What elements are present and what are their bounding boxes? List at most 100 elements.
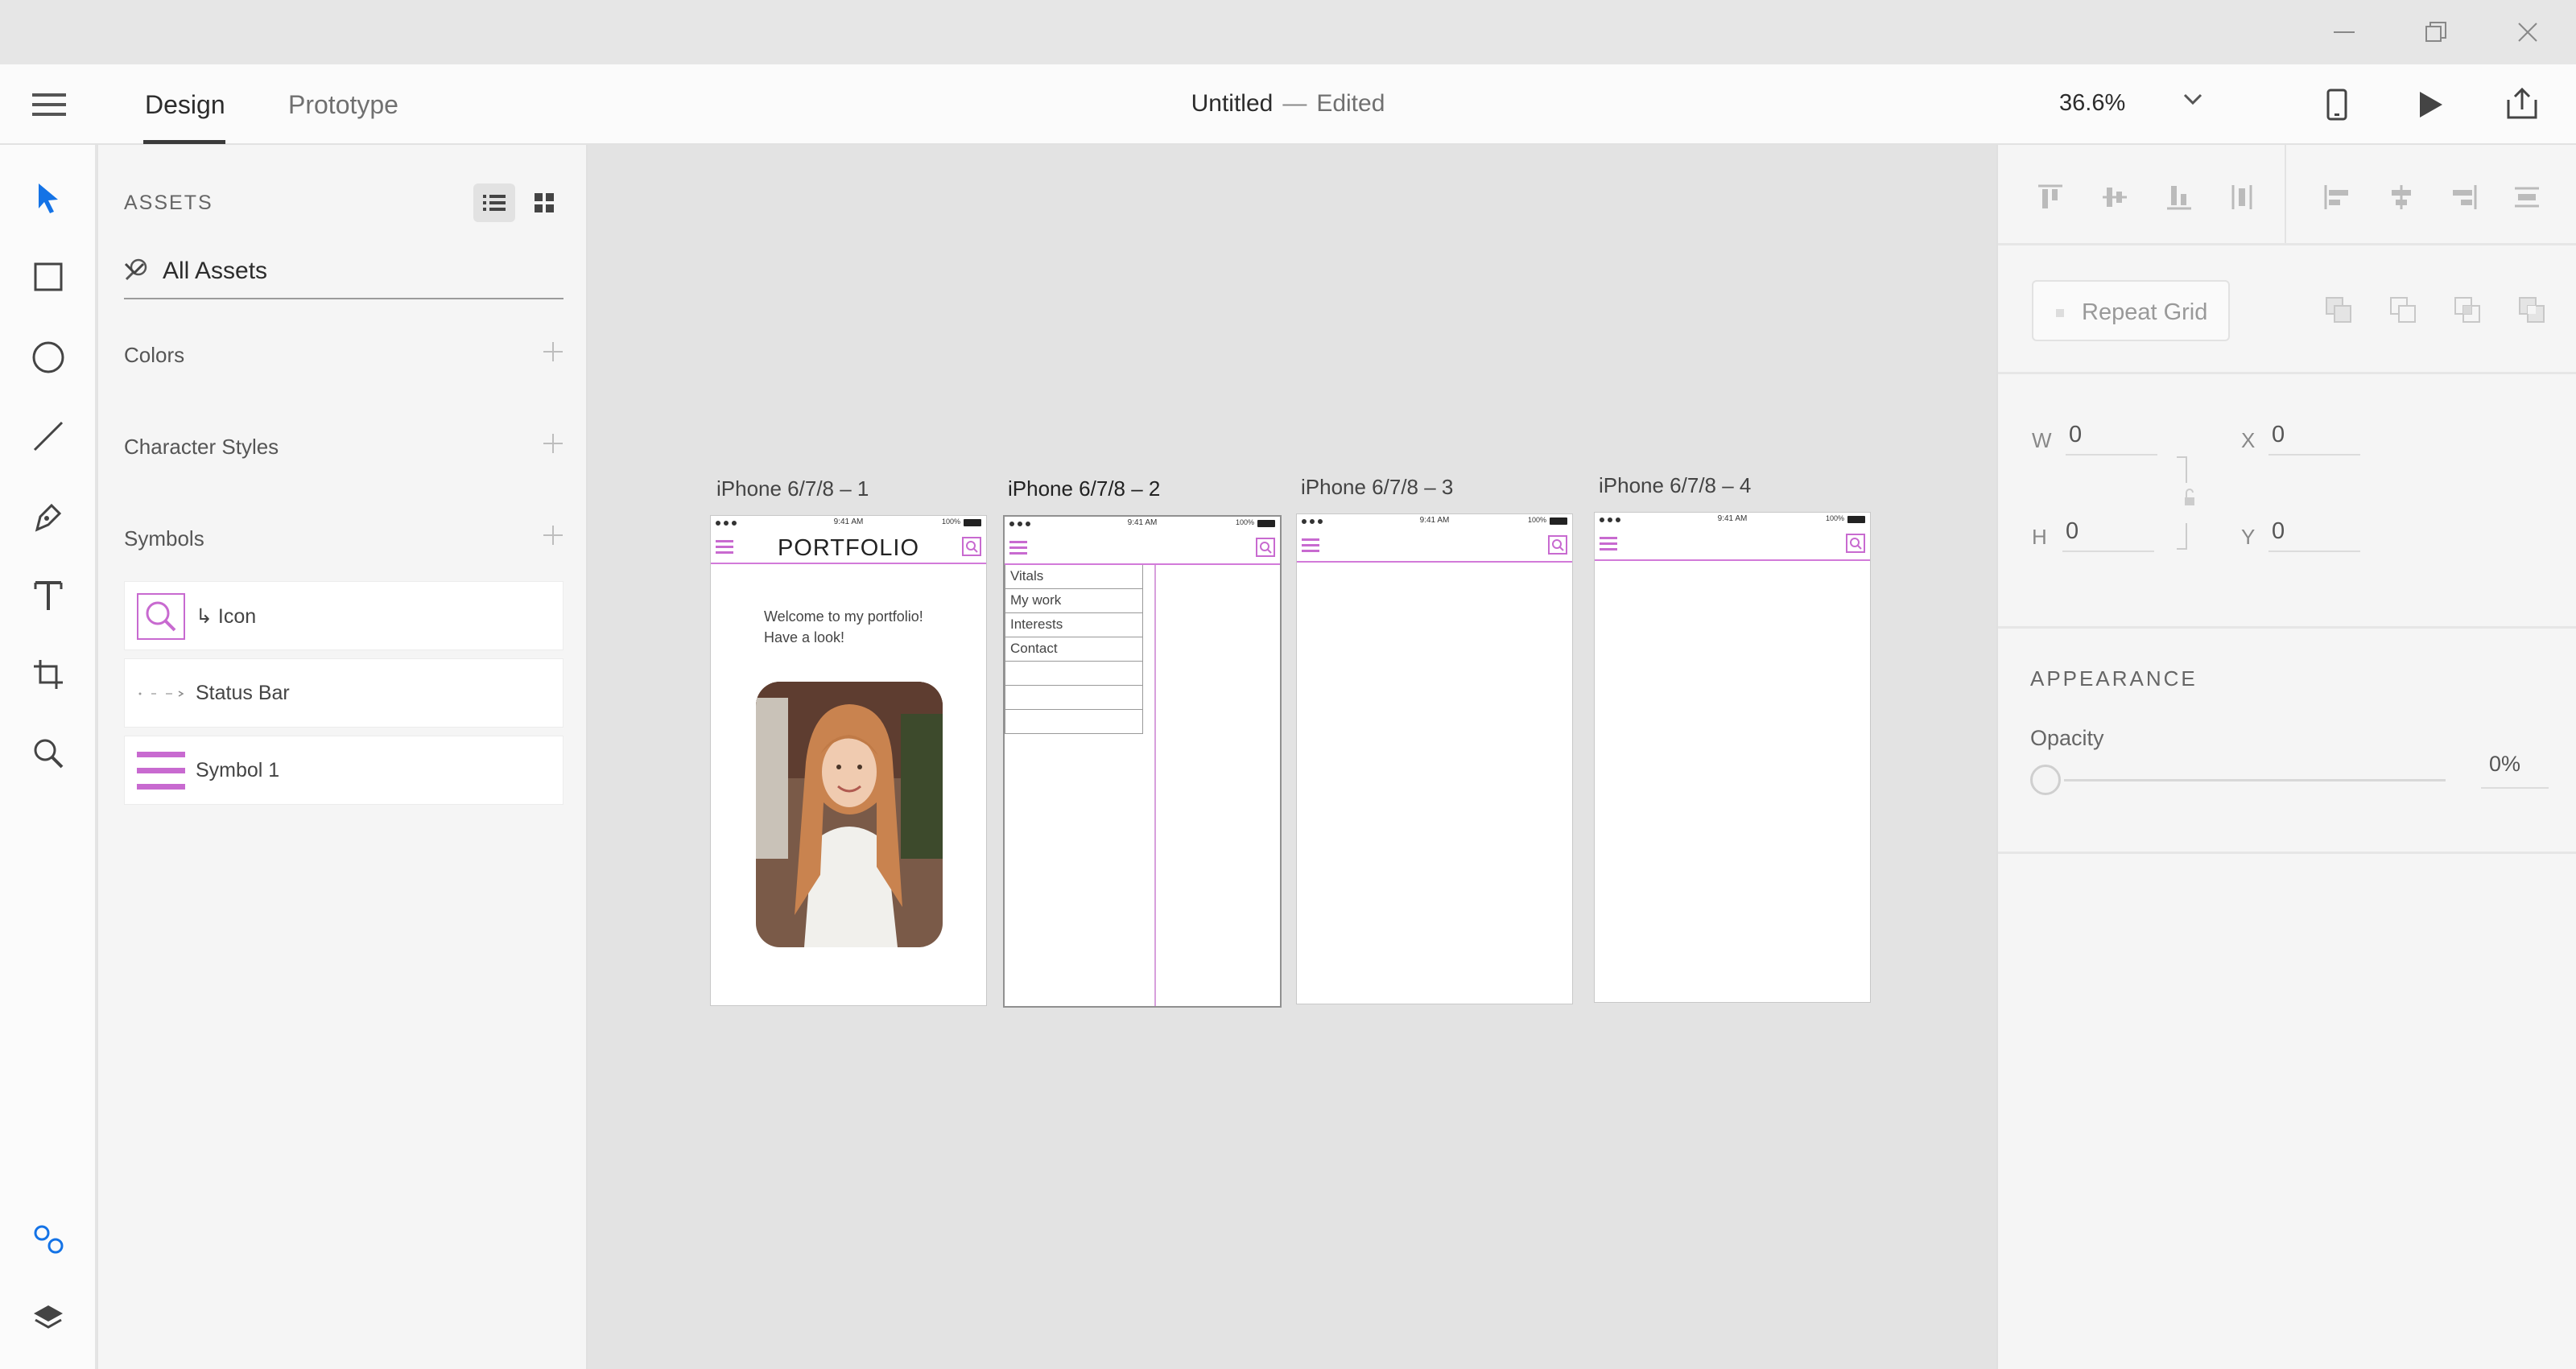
section-divider	[1998, 626, 2576, 629]
asset-filter-dropdown[interactable]: All Assets	[124, 249, 564, 299]
artboard-3[interactable]: 9:41 AM 100%	[1296, 513, 1573, 1004]
status-bar: 9:41 AM 100%	[1595, 513, 1870, 526]
assets-panel-icon[interactable]	[24, 1215, 72, 1264]
hamburger-icon[interactable]	[1009, 541, 1027, 555]
welcome-line-2: Have a look!	[764, 629, 845, 645]
toolbar-divider	[2285, 145, 2286, 245]
search-icon[interactable]	[1256, 538, 1275, 557]
width-field[interactable]: 0	[2066, 419, 2157, 456]
battery-icon	[1847, 516, 1865, 523]
hamburger-icon[interactable]	[1302, 538, 1319, 553]
chevron-down-icon	[124, 262, 564, 275]
menu-item-empty[interactable]	[1005, 662, 1143, 686]
menu-item-interests[interactable]: Interests	[1005, 613, 1143, 637]
zoom-level[interactable]: 36.6%	[2059, 90, 2125, 117]
text-tool-icon[interactable]	[24, 571, 72, 620]
distribute-horizontal-icon[interactable]	[2507, 177, 2547, 217]
tools-toolbar	[0, 145, 97, 1369]
battery-icon	[964, 519, 981, 526]
distribute-vertical-icon[interactable]	[2222, 177, 2262, 217]
menu-item-my-work[interactable]: My work	[1005, 589, 1143, 613]
align-right-icon[interactable]	[2444, 177, 2484, 217]
artboard-title-3[interactable]: iPhone 6/7/8 – 3	[1301, 475, 1453, 500]
y-field[interactable]: 0	[2268, 515, 2360, 552]
artboard-1[interactable]: 9:41 AM 100% PORTFOLIO Welcome to my por…	[710, 515, 987, 1006]
battery-percent: 100%	[1235, 518, 1254, 526]
pen-tool-icon[interactable]	[24, 493, 72, 541]
search-icon[interactable]	[1548, 535, 1567, 555]
opacity-field[interactable]: 0%	[2481, 745, 2549, 789]
artboard-2[interactable]: 9:41 AM 100% Vitals My work Interests Co…	[1003, 515, 1282, 1008]
zoom-chevron-down-icon[interactable]	[2183, 93, 2202, 105]
opacity-slider-handle[interactable]	[2030, 765, 2061, 795]
grid-view-icon[interactable]	[523, 183, 565, 222]
status-bar: 9:41 AM 100%	[1005, 517, 1280, 530]
artboard-title-4[interactable]: iPhone 6/7/8 – 4	[1599, 473, 1751, 498]
repeat-grid-label: Repeat Grid	[2082, 299, 2208, 325]
zoom-tool-icon[interactable]	[24, 729, 72, 777]
add-symbol-icon[interactable]	[543, 525, 564, 546]
align-top-icon[interactable]	[2030, 177, 2070, 217]
boolean-subtract-icon[interactable]	[2383, 290, 2423, 330]
line-tool-icon[interactable]	[24, 412, 72, 460]
document-name: Untitled	[1191, 90, 1274, 117]
align-left-icon[interactable]	[2317, 177, 2357, 217]
design-canvas[interactable]: iPhone 6/7/8 – 1 9:41 AM 100% PORTFOLIO …	[589, 145, 1995, 1369]
layers-panel-icon[interactable]	[24, 1294, 72, 1342]
restore-icon[interactable]	[2412, 16, 2460, 48]
battery-percent: 100%	[941, 517, 960, 526]
height-field[interactable]: 0	[2062, 515, 2154, 552]
symbol-item-icon[interactable]: ↳ Icon	[124, 581, 564, 650]
height-label: H	[2032, 525, 2047, 549]
lock-aspect-icon[interactable]	[2174, 456, 2198, 552]
profile-photo	[756, 682, 943, 947]
symbols-section-label: Symbols	[124, 526, 204, 550]
search-symbol-thumbnail-icon	[136, 592, 186, 641]
boolean-add-icon[interactable]	[2318, 290, 2359, 330]
menu-item-empty[interactable]	[1005, 710, 1143, 734]
colors-section: Colors	[124, 340, 564, 372]
align-bottom-icon[interactable]	[2159, 177, 2199, 217]
repeat-grid-icon	[2056, 309, 2064, 317]
align-center-icon[interactable]	[2381, 177, 2421, 217]
share-icon[interactable]	[2505, 87, 2539, 121]
menu-item-empty[interactable]	[1005, 686, 1143, 710]
ellipse-tool-icon[interactable]	[24, 333, 72, 381]
list-view-icon[interactable]	[473, 183, 515, 222]
add-color-icon[interactable]	[543, 341, 564, 362]
battery-percent: 100%	[1527, 516, 1546, 524]
nav-bar	[1005, 531, 1280, 565]
menu-item-contact[interactable]: Contact	[1005, 637, 1143, 662]
character-styles-section: Character Styles	[124, 431, 564, 464]
symbol-label: ↳ Icon	[196, 605, 257, 628]
symbol-item-symbol-1[interactable]: Symbol 1	[124, 736, 564, 805]
artboard-title-1[interactable]: iPhone 6/7/8 – 1	[716, 476, 869, 501]
boolean-intersect-icon[interactable]	[2447, 290, 2487, 330]
boolean-exclude-icon[interactable]	[2512, 290, 2552, 330]
artboard-tool-icon[interactable]	[24, 650, 72, 699]
symbol-item-status-bar[interactable]: Status Bar	[124, 658, 564, 728]
play-icon[interactable]	[2418, 90, 2444, 119]
artboard-4[interactable]: 9:41 AM 100%	[1594, 512, 1871, 1003]
section-divider	[1998, 243, 2576, 245]
title-separator: —	[1282, 90, 1307, 117]
active-tab-indicator	[143, 140, 225, 144]
artboard-title-2[interactable]: iPhone 6/7/8 – 2	[1008, 476, 1160, 501]
search-icon[interactable]	[1846, 534, 1865, 553]
align-middle-icon[interactable]	[2095, 177, 2135, 217]
side-menu: Vitals My work Interests Contact	[1005, 565, 1143, 734]
character-styles-section-label: Character Styles	[124, 435, 279, 459]
select-tool-icon[interactable]	[24, 174, 72, 222]
x-field[interactable]: 0	[2268, 419, 2360, 456]
menu-item-vitals[interactable]: Vitals	[1005, 565, 1143, 589]
minimize-icon[interactable]	[2320, 16, 2368, 48]
add-character-style-icon[interactable]	[543, 433, 564, 454]
rectangle-tool-icon[interactable]	[24, 253, 72, 301]
hamburger-symbol-thumbnail-icon	[136, 747, 186, 795]
opacity-slider[interactable]	[2064, 779, 2446, 781]
hamburger-icon[interactable]	[1600, 537, 1617, 551]
device-preview-icon[interactable]	[2326, 89, 2347, 121]
repeat-grid-button[interactable]: Repeat Grid	[2032, 280, 2230, 341]
x-label: X	[2241, 428, 2256, 452]
close-icon[interactable]	[2504, 16, 2552, 48]
